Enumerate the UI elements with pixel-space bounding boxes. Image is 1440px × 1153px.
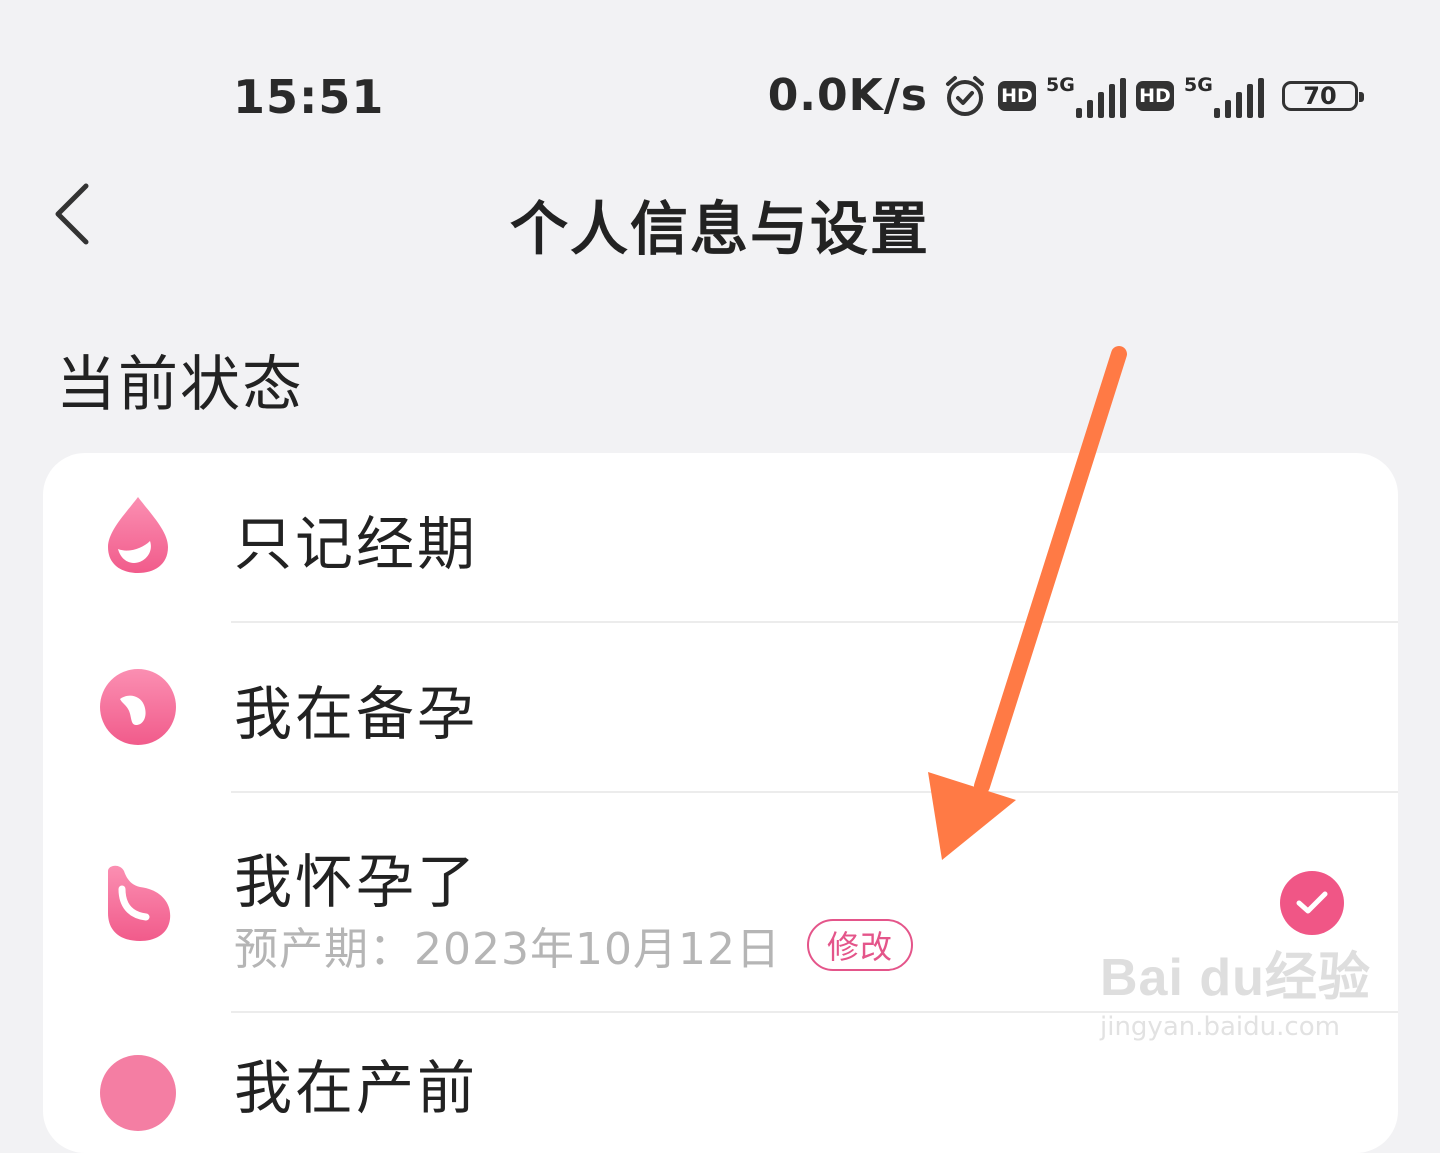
watermark-brand: Bai du经验 [1100,949,1371,1007]
watermark-url: jingyan.baidu.com [1100,1012,1340,1042]
watermark: Bai du经验 jingyan.baidu.com [1100,935,1371,1042]
annotation-arrow [928,346,1127,860]
